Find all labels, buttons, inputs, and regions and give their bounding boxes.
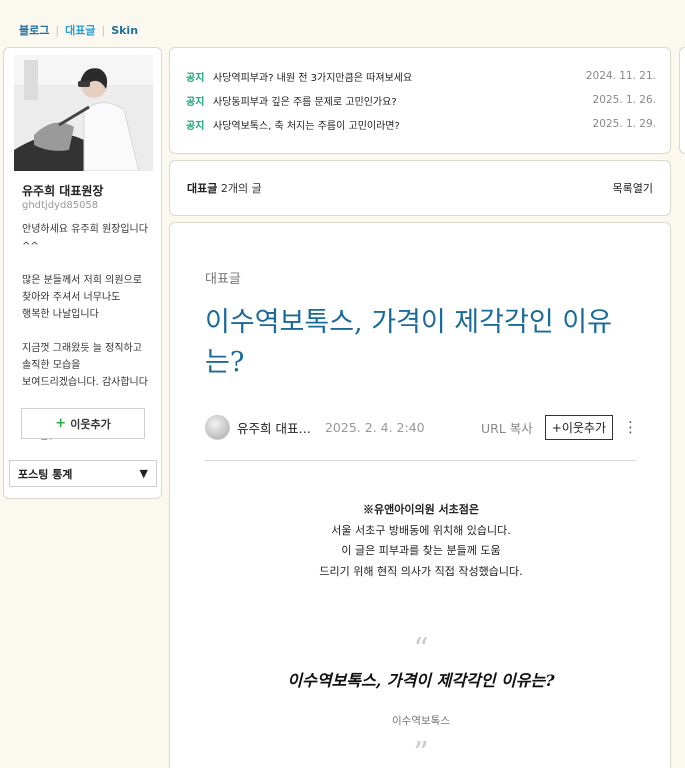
notice-tag: 공지 <box>186 120 205 132</box>
featured-posts-count: 대표글 2개의 글 <box>187 180 262 196</box>
add-neighbor-label: 이웃추가 <box>70 417 111 431</box>
notice-date: 2024. 11. 21. <box>585 70 656 82</box>
intro-line: ※유앤아이의원 서초점은 <box>362 503 480 516</box>
open-list-button[interactable]: 목록열기 <box>613 180 653 196</box>
intro-line: 이 글은 피부과를 찾는 분들께 도움 <box>341 544 501 557</box>
side-widget-edge <box>679 47 685 154</box>
chevron-down-icon: ▼ <box>139 467 148 480</box>
featured-count: 2개의 글 <box>220 182 262 195</box>
notice-item[interactable]: 공지 사당역보톡스, 축 처지는 주름이 고민이라면? 2025. 1. 29. <box>186 114 656 134</box>
profile-bio: 안녕하세요 유주희 원장입니다^^ 많은 분들께서 저희 의원으로 찾아와 주셔… <box>22 224 148 388</box>
post-meta: 유주희 대표… 2025. 2. 4. 2:40 URL 복사 +이웃추가 ⋮ <box>205 413 638 441</box>
nav-separator: | <box>55 23 60 37</box>
quote-open-icon: “ <box>413 632 429 667</box>
post-add-neighbor-button[interactable]: +이웃추가 <box>544 414 613 440</box>
post-card: 대표글 이수역보톡스, 가격이 제각각인 이유는? 유주희 대표… 2025. … <box>169 222 671 768</box>
intro-line: 드리기 위해 현직 의사가 직접 작성했습니다. <box>319 564 523 578</box>
profile-id: ghdtjdyd85058 <box>22 200 99 211</box>
post-author[interactable]: 유주희 대표… <box>237 418 311 437</box>
profile-name: 유주희 대표원장 <box>22 184 104 198</box>
nav-skin-link[interactable]: Skin <box>111 24 138 37</box>
notice-title[interactable]: 사당역보톡스, 축 처지는 주름이 고민이라면? <box>213 117 593 132</box>
post-quote: 이수역보톡스, 가격이 제각각인 이유는? <box>287 671 555 690</box>
add-neighbor-button[interactable]: + 이웃추가 <box>21 408 145 439</box>
notice-tag: 공지 <box>186 96 205 108</box>
nav-featured-link[interactable]: 대표글 <box>65 22 95 38</box>
post-category[interactable]: 대표글 <box>205 268 241 287</box>
quote-close-icon: ” <box>413 736 429 768</box>
notice-date: 2025. 1. 29. <box>592 118 656 130</box>
notice-tag: 공지 <box>186 72 205 84</box>
intro-line: 서울 서초구 방배동에 위치해 있습니다. <box>331 523 511 537</box>
featured-posts-header: 대표글 2개의 글 목록열기 <box>169 160 671 216</box>
nav-separator: | <box>101 23 106 37</box>
nav-blog-link[interactable]: 블로그 <box>19 22 49 38</box>
notice-title[interactable]: 사당역피부과? 내원 전 3가지만큼은 따져보세요 <box>213 69 586 84</box>
notice-list: 공지 사당역피부과? 내원 전 3가지만큼은 따져보세요 2024. 11. 2… <box>169 47 671 154</box>
plus-icon: + <box>55 416 67 431</box>
profile-card: 유주희 대표원장 ghdtjdyd85058 안녕하세요 유주희 원장입니다^^… <box>3 47 162 499</box>
posting-stats-label: 포스팅 통계 <box>18 467 73 481</box>
quote-source: 이수역보톡스 <box>392 715 450 727</box>
post-title[interactable]: 이수역보톡스, 가격이 제각각인 이유는? <box>205 303 635 383</box>
post-date: 2025. 2. 4. 2:40 <box>324 419 425 435</box>
author-avatar[interactable] <box>205 414 230 440</box>
divider <box>205 460 637 461</box>
notice-item[interactable]: 공지 사당역피부과? 내원 전 3가지만큼은 따져보세요 2024. 11. 2… <box>186 66 656 86</box>
notice-title[interactable]: 사당동피부과 깊은 주름 문제로 고민인가요? <box>213 93 593 108</box>
posting-stats-toggle[interactable]: 포스팅 통계 ▼ <box>9 460 157 487</box>
featured-label: 대표글 <box>187 182 218 195</box>
notice-date: 2025. 1. 26. <box>592 94 656 106</box>
notice-item[interactable]: 공지 사당동피부과 깊은 주름 문제로 고민인가요? 2025. 1. 26. <box>186 90 656 110</box>
post-intro: ※유앤아이의원 서초점은 서울 서초구 방배동에 위치해 있습니다. 이 글은 … <box>205 500 637 582</box>
profile-photo[interactable] <box>14 55 153 171</box>
more-options-icon[interactable]: ⋮ <box>623 418 638 436</box>
url-copy-button[interactable]: URL 복사 <box>481 418 533 437</box>
top-nav: 블로그 | 대표글 | Skin <box>19 22 138 38</box>
